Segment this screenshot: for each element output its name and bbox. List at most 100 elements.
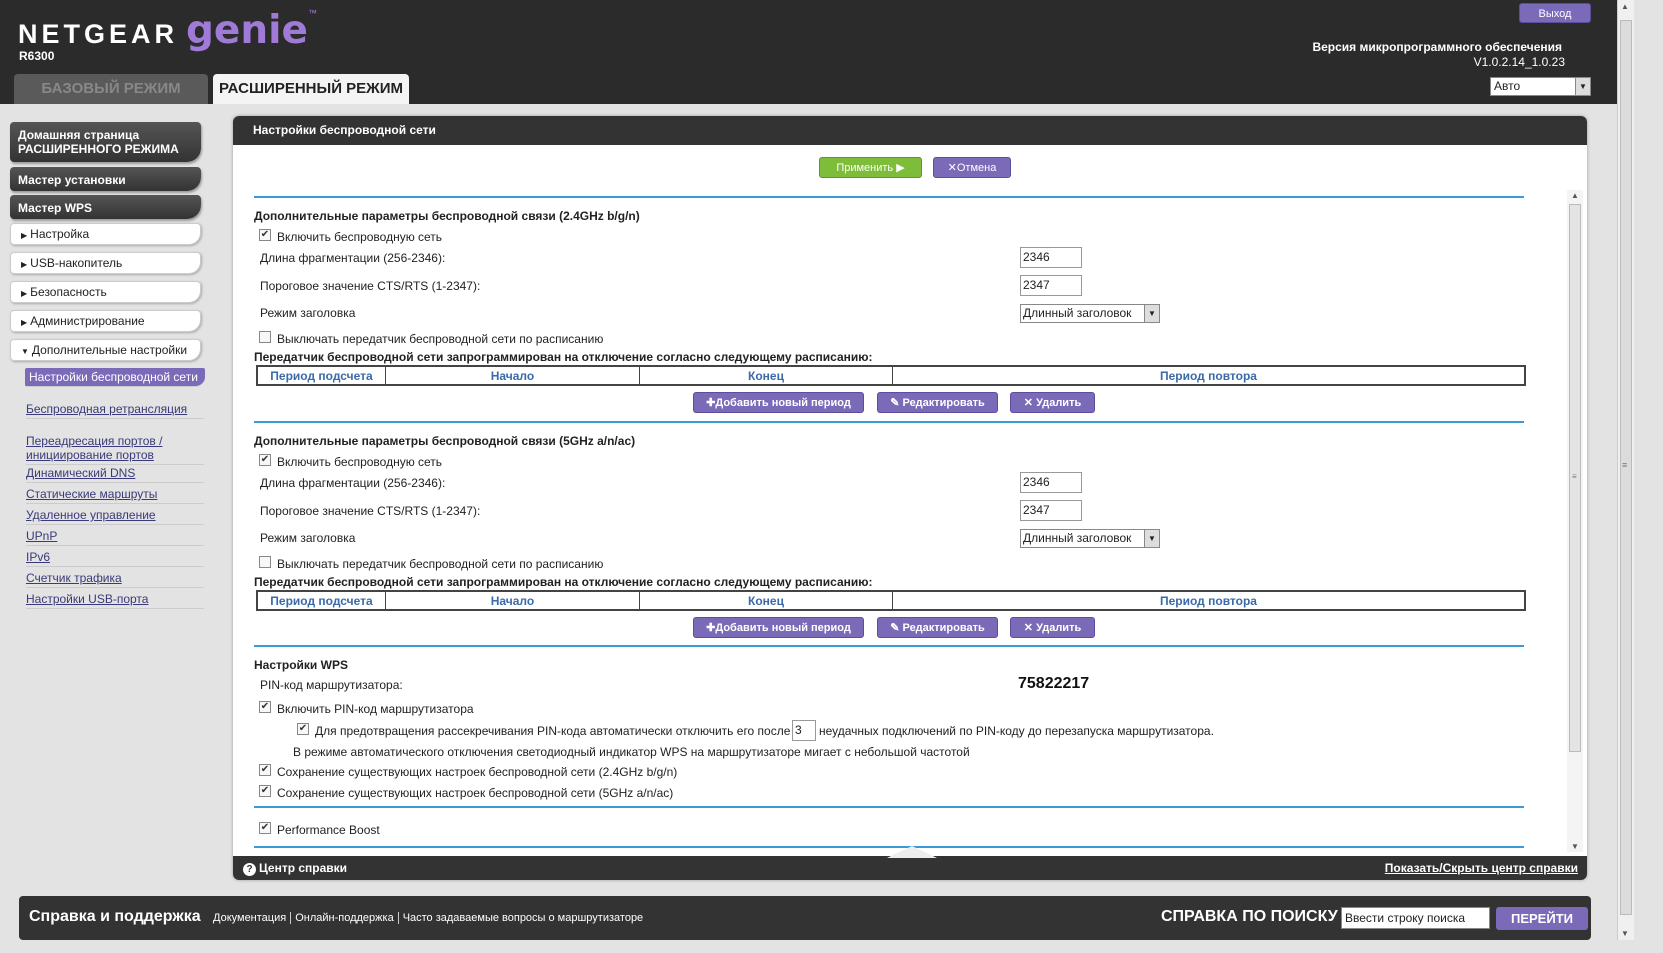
schedule-5-table: Период подсчета Начало Конец Период повт… [256,590,1526,611]
sidebar-setup-wizard-button[interactable]: Мастер установки [10,167,201,191]
triangle-right-icon: ▶ [21,318,28,327]
section-divider [254,806,1524,808]
table-header-repeat: Период повтора [1160,594,1257,608]
sidebar-home-button[interactable]: Домашняя страница РАСШИРЕННОГО РЕЖИМА [10,122,201,162]
faq-link[interactable]: Часто задаваемые вопросы о маршрутизатор… [399,912,648,924]
table-header-period: Период подсчета [258,367,386,384]
page: NETGEAR genie™ R6300 БАЗОВЫЙ РЕЖИМ РАСШИР… [0,0,1663,953]
scroll-down-icon[interactable]: ▼ [1621,929,1629,938]
preamble-24-value: Длинный заголовок [1023,306,1132,320]
scroll-down-icon[interactable]: ▼ [1571,842,1579,851]
sidebar-sub-wireless-repeating[interactable]: Беспроводная ретрансляция [26,402,204,419]
sidebar-sub-usb-port-settings[interactable]: Настройки USB-порта [26,592,204,609]
schedule-5-label: Выключать передатчик беспроводной сети п… [277,557,604,571]
schedule-24-note: Передатчик беспроводной сети запрограмми… [254,350,873,364]
search-go-button[interactable]: ПЕРЕЙТИ [1496,907,1588,930]
schedule-24-checkbox[interactable] [259,331,271,343]
pin-value: 75822217 [1018,675,1090,692]
logout-button[interactable]: Выход [1519,3,1591,23]
sidebar-sub-upnp[interactable]: UPnP [26,529,204,546]
grip-icon: ≡ [1622,460,1628,470]
sidebar-sub-remote-management[interactable]: Удаленное управление [26,508,204,525]
delete-24-button[interactable]: ✕ Удалить [1010,392,1095,413]
documentation-link[interactable]: Документация [209,912,292,924]
sidebar-sub-wireless-settings[interactable]: Настройки беспроводной сети [25,368,205,387]
chevron-down-icon: ▼ [1575,78,1590,95]
online-support-link[interactable]: Онлайн-поддержка [291,912,399,924]
sidebar-sub-dynamic-dns[interactable]: Динамический DNS [26,466,204,483]
led-note: В режиме автоматического отключения свет… [293,745,970,759]
panel-scrollbar[interactable]: ▲ ≡ ▼ [1567,190,1583,852]
sidebar-item-label: Безопасность [30,285,107,299]
enable-wireless-24-label: Включить беспроводную сеть [277,230,443,244]
tab-advanced-mode[interactable]: РАСШИРЕННЫЙ РЕЖИМ [213,74,409,104]
pin-protect-label-after: неудачных подключений по PIN-коду до пер… [819,724,1214,738]
add-period-24-button[interactable]: ✚Добавить новый период [693,392,864,413]
plus-icon: ✚ [706,397,716,409]
keep-5-checkbox[interactable]: ✔ [259,785,271,797]
table-header-start: Начало [386,592,640,609]
sidebar-item-setup[interactable]: ▶ Настройка [10,223,201,245]
close-icon: ✕ [947,162,957,174]
preamble-24-select[interactable]: Длинный заголовок ▼ [1020,304,1160,323]
triangle-right-icon: ▶ [21,231,28,240]
product-text: genie [186,8,308,53]
keep-24-checkbox[interactable]: ✔ [259,764,271,776]
sidebar-item-administration[interactable]: ▶ Администрирование [10,310,201,332]
cts-rts-5-input[interactable]: 2347 [1020,500,1082,521]
enable-wireless-24-checkbox[interactable]: ✔ [259,229,271,241]
language-select[interactable]: Авто ▼ [1490,77,1591,96]
page-scrollbar[interactable]: ▲ ≡ ▼ [1617,0,1634,940]
search-title: СПРАВКА ПО ПОИСКУ [1161,908,1338,925]
sidebar-item-label: Дополнительные настройки [31,343,188,357]
sidebar-sub-static-routes[interactable]: Статические маршруты [26,487,204,504]
sidebar-wps-wizard-button[interactable]: Мастер WPS [10,195,201,219]
enable-pin-checkbox[interactable]: ✔ [259,701,271,713]
edit-5-button[interactable]: ✎ Редактировать [877,617,998,638]
scroll-up-icon[interactable]: ▲ [1571,191,1579,200]
cancel-button[interactable]: ✕Отмена [933,157,1011,178]
netgear-genie-logo: NETGEAR genie™ [18,8,317,53]
plus-icon: ✚ [706,622,716,634]
enable-wireless-5-checkbox[interactable]: ✔ [259,454,271,466]
model-name: R6300 [19,49,55,63]
sidebar-item-label: Администрирование [30,314,145,328]
pin-attempts-input[interactable]: 3 [792,720,816,741]
sidebar-sub-port-forwarding[interactable]: Переадресация портов / инициирование пор… [26,434,204,465]
search-input[interactable]: Ввести строку поиска [1341,907,1490,929]
apply-button[interactable]: Применить ▶ [819,157,922,178]
table-header-start: Начало [386,367,640,384]
sidebar-item-usb-storage[interactable]: ▶ USB-накопитель [10,252,201,274]
support-footer: Справка и поддержка Документация Онлайн-п… [19,896,1591,940]
frag-length-24-input[interactable]: 2346 [1020,247,1082,268]
edit-label: Редактировать [902,622,985,634]
pin-protect-label-before: Для предотвращения рассекречивания PIN-к… [315,724,791,738]
firmware-label: Версия микропрограммного обеспечения [1312,40,1562,54]
frag-length-5-input[interactable]: 2346 [1020,472,1082,493]
pin-protect-checkbox[interactable]: ✔ [297,723,309,735]
help-center-link[interactable]: ? Центр справки [243,861,347,876]
schedule-5-checkbox[interactable] [259,556,271,568]
trademark: ™ [307,8,317,18]
edit-24-button[interactable]: ✎ Редактировать [877,392,998,413]
sidebar-item-advanced-setup[interactable]: ▼ Дополнительные настройки [10,339,201,361]
cts-rts-24-input[interactable]: 2347 [1020,275,1082,296]
add-period-label: Добавить новый период [715,397,851,409]
performance-boost-label: Performance Boost [277,823,380,837]
delete-5-button[interactable]: ✕ Удалить [1010,617,1095,638]
sidebar-sub-traffic-meter[interactable]: Счетчик трафика [26,571,204,588]
performance-boost-checkbox[interactable]: ✔ [259,822,271,834]
scroll-up-icon[interactable]: ▲ [1621,2,1629,11]
table-header-period: Период подсчета [258,592,386,609]
panel-title: Настройки беспроводной сети [233,116,1587,145]
keep-5-label: Сохранение существующих настроек беспров… [277,786,674,800]
grip-icon: ≡ [1572,472,1577,481]
sidebar-sub-ipv6[interactable]: IPv6 [26,550,204,567]
tab-basic-mode[interactable]: БАЗОВЫЙ РЕЖИМ [14,74,208,104]
table-header-end: Конец [640,592,893,609]
sidebar-item-security[interactable]: ▶ Безопасность [10,281,201,303]
preamble-5-select[interactable]: Длинный заголовок ▼ [1020,529,1160,548]
expand-help-icon[interactable] [887,846,937,858]
toggle-help-link[interactable]: Показать/Скрыть центр справки [1385,861,1578,875]
add-period-5-button[interactable]: ✚Добавить новый период [693,617,864,638]
